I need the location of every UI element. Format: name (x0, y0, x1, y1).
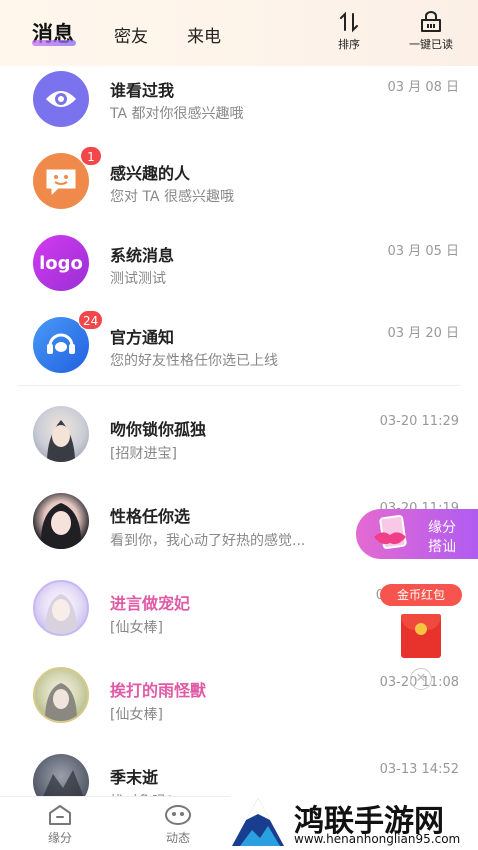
unread-badge: 24 (78, 310, 104, 330)
user-avatar-photo (33, 406, 89, 462)
red-packet-icon[interactable] (401, 614, 441, 658)
avatar (28, 580, 94, 636)
contact-name: 谁看过我 (110, 81, 175, 100)
message-time: 03-20 11:29 (379, 414, 459, 429)
section-divider (18, 385, 460, 386)
match-label-line1: 缘分 (428, 520, 456, 536)
avatar (28, 71, 94, 127)
message-preview: [仙女棒] (110, 707, 163, 723)
match-chat-button[interactable]: 缘分 搭讪 (356, 509, 478, 559)
message-preview: [招财进宝] (110, 446, 177, 462)
message-time: 03 月 08 日 (387, 80, 459, 95)
unread-badge: 1 (80, 146, 102, 166)
active-tab-indicator (32, 40, 76, 46)
home-icon (49, 805, 71, 825)
message-preview: 测试测试 (110, 271, 166, 287)
message-time: 03-13 14:52 (379, 762, 459, 777)
list-item-chat[interactable]: 挨打的雨怪獸 [仙女棒] 03-20 11:08 (0, 661, 478, 741)
sort-button[interactable]: 排序 (330, 10, 368, 52)
list-item-chat[interactable]: 吻你锁你孤独 [招财进宝] 03-20 11:29 (0, 400, 478, 480)
message-preview: [仙女棒] (110, 620, 163, 636)
message-preview: TA 都对你很感兴趣哦 (110, 106, 244, 122)
list-item-official-notice[interactable]: 24 官方通知 您的好友性格任你选已上线 03 月 20 日 (0, 310, 478, 392)
logo-icon: logo (33, 235, 89, 291)
nav-item-moments[interactable]: 动态 (158, 803, 198, 846)
contact-name: 季末逝 (110, 768, 159, 787)
message-preview: 您的好友性格任你选已上线 (110, 353, 278, 369)
avatar: logo (28, 235, 94, 291)
contact-name: 感兴趣的人 (110, 164, 191, 183)
avatar (28, 667, 94, 723)
nav-label: 动态 (165, 831, 190, 845)
top-header: 消息 密友 来电 排序 一键已读 (0, 0, 478, 66)
nav-label: 缘分 (47, 831, 72, 845)
read-all-icon (421, 11, 441, 32)
user-avatar-photo (33, 580, 89, 636)
mark-all-read-label: 一键已读 (409, 38, 453, 51)
tab-close-friends[interactable]: 密友 (114, 22, 148, 47)
message-preview: 您对 TA 很感兴趣哦 (110, 189, 234, 205)
list-item-system-messages[interactable]: logo 系统消息 测试测试 03 月 05 日 (0, 230, 478, 310)
list-item-interested-people[interactable]: 1 感兴趣的人 您对 TA 很感兴趣哦 (0, 146, 478, 228)
contact-name: 官方通知 (110, 328, 175, 347)
contact-name: 性格任你选 (110, 507, 191, 526)
contact-name: 系统消息 (110, 246, 175, 265)
contact-name: 挨打的雨怪獸 (110, 681, 207, 700)
match-label-line2: 搭讪 (428, 539, 456, 555)
sort-label: 排序 (338, 38, 360, 51)
site-watermark: 鸿联手游网 www.henanhonglian95.com (230, 792, 478, 850)
lips-card-icon (374, 515, 407, 549)
tab-calls[interactable]: 来电 (187, 22, 221, 47)
close-icon[interactable]: ✕ (410, 668, 432, 690)
sort-icon (340, 11, 358, 33)
watermark-logo-icon (230, 792, 286, 850)
message-time: 03 月 20 日 (387, 326, 459, 341)
coin-red-packet-label[interactable]: 金币红包 (380, 584, 462, 606)
avatar (28, 406, 94, 462)
nav-item-fate[interactable]: 缘分 (40, 803, 80, 846)
list-item-who-viewed-me[interactable]: 谁看过我 TA 都对你很感兴趣哦 03 月 08 日 (0, 66, 478, 146)
mark-all-read-button[interactable]: 一键已读 (400, 10, 462, 52)
user-avatar-photo (33, 667, 89, 723)
watermark-url: www.henanhonglian95.com (294, 832, 461, 846)
user-avatar-photo (33, 493, 89, 549)
eye-icon (33, 71, 89, 127)
contact-name: 吻你锁你孤独 (110, 420, 207, 439)
contact-name: 进言做宠妃 (110, 594, 191, 613)
moments-icon (165, 805, 191, 825)
message-time: 03 月 05 日 (387, 244, 459, 259)
avatar (28, 493, 94, 549)
message-preview: 看到你，我心动了好热的感觉... (110, 533, 306, 549)
